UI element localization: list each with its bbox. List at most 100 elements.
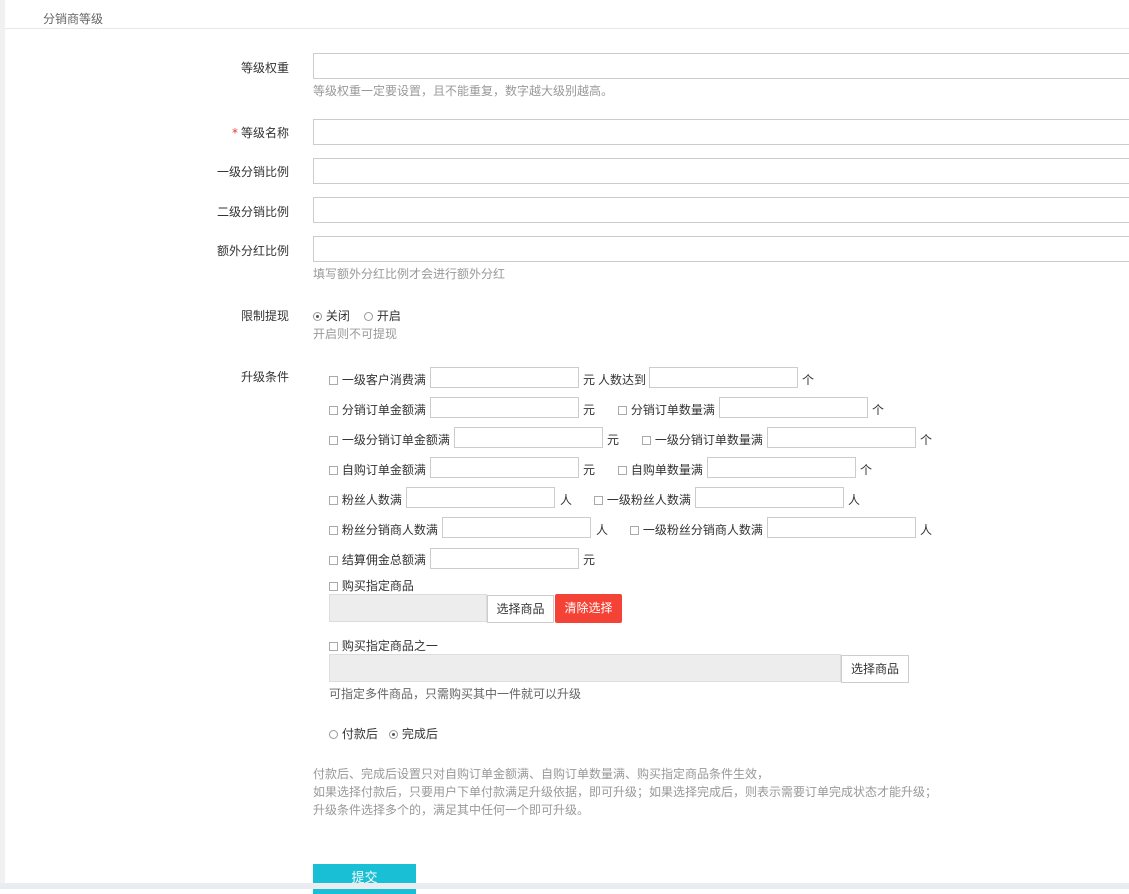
cond-label: 一级粉丝人数满 (606, 493, 691, 507)
name-input[interactable] (313, 119, 1129, 145)
checkbox-icon[interactable] (329, 376, 338, 385)
name-label: * 等级名称 (232, 124, 289, 141)
cond-row1-a[interactable]: 一级客户消费满 (329, 371, 426, 388)
unit: 元 (583, 373, 596, 387)
limit-option-on[interactable]: 开启 (364, 307, 401, 324)
note-line-3: 升级条件选择多个的，满足其中任何一个即可升级。 (313, 803, 590, 817)
cond-label: 一级分销订单金额满 (341, 433, 450, 447)
cond-label: 分销订单数量满 (630, 403, 715, 417)
checkbox-icon[interactable] (630, 526, 639, 535)
cond-specific-goods[interactable]: 购买指定商品 (329, 577, 414, 594)
name-label-text: 等级名称 (240, 126, 289, 140)
unit: 人 (560, 493, 573, 507)
cond-row7-input[interactable] (430, 548, 579, 569)
cond-row7[interactable]: 结算佣金总额满 (329, 551, 426, 568)
radio-icon[interactable] (329, 730, 338, 739)
cond-row4-a-input[interactable] (430, 457, 579, 478)
cond-row5-b[interactable]: 一级粉丝人数满 (594, 491, 691, 508)
checkbox-icon[interactable] (329, 582, 338, 591)
cond-label: 购买指定商品 (341, 579, 414, 593)
clear-select-button[interactable]: 清除选择 (555, 594, 622, 623)
page-header: 分销商等级 (5, 0, 1129, 29)
cond-row2-b-input[interactable] (719, 397, 868, 418)
level1-input[interactable] (313, 158, 1129, 184)
cond-row6-b-input[interactable] (767, 517, 916, 538)
checkbox-icon[interactable] (618, 406, 627, 415)
cond-row3-b[interactable]: 一级分销订单数量满 (642, 431, 763, 448)
limit-option-off[interactable]: 关闭 (313, 307, 350, 324)
goods-help: 可指定多件商品，只需购买其中一件就可以升级 (329, 687, 582, 701)
checkbox-icon[interactable] (642, 436, 651, 445)
extra-help: 填写额外分红比例才会进行额外分红 (313, 267, 506, 281)
cond-label: 粉丝人数满 (341, 493, 402, 507)
checkbox-icon[interactable] (329, 526, 338, 535)
cond-row3-b-input[interactable] (767, 427, 916, 448)
page-title: 分销商等级 (43, 12, 104, 26)
cond-label: 分销订单金额满 (341, 403, 426, 417)
cond-row3-a-input[interactable] (454, 427, 603, 448)
level2-input[interactable] (313, 197, 1129, 223)
extra-input[interactable] (313, 236, 1129, 262)
unit: 人 (920, 523, 933, 537)
cond-row1-a-input[interactable] (430, 367, 579, 388)
cond-row2-a-input[interactable] (430, 397, 579, 418)
cond-row1-b-input[interactable] (649, 367, 798, 388)
select-goods-button[interactable]: 选择商品 (487, 595, 554, 623)
required-mark: * (231, 126, 238, 140)
unit: 元 (607, 433, 620, 447)
cond-row6-a-input[interactable] (442, 517, 591, 538)
checkbox-icon[interactable] (329, 556, 338, 565)
bottom-bar (0, 883, 1129, 889)
unit: 个 (802, 373, 815, 387)
select-goods-button-2[interactable]: 选择商品 (841, 655, 909, 683)
timing-finished[interactable]: 完成后 (389, 725, 438, 742)
left-border (0, 0, 5, 889)
cond-row6-b[interactable]: 一级粉丝分销商人数满 (630, 521, 763, 538)
cond-label: 一级分销订单数量满 (654, 433, 763, 447)
level2-label: 二级分销比例 (216, 205, 289, 219)
cond-label: 一级客户消费满 (341, 373, 426, 387)
note-line-2: 如果选择付款后，只要用户下单付款满足升级依据，即可升级；如果选择完成后，则表示需… (313, 785, 938, 799)
cond-row2-a[interactable]: 分销订单金额满 (329, 401, 426, 418)
checkbox-icon[interactable] (329, 496, 338, 505)
checkbox-icon[interactable] (329, 436, 338, 445)
radio-icon[interactable] (364, 312, 373, 321)
checkbox-icon[interactable] (329, 406, 338, 415)
radio-selected-icon[interactable] (313, 312, 322, 321)
cond-row5-a[interactable]: 粉丝人数满 (329, 491, 402, 508)
checkbox-icon[interactable] (329, 642, 338, 651)
limit-label: 限制提现 (240, 309, 289, 323)
cond-row3-a[interactable]: 一级分销订单金额满 (329, 431, 450, 448)
cond-row5-a-input[interactable] (406, 487, 555, 508)
cond-row6-a[interactable]: 粉丝分销商人数满 (329, 521, 438, 538)
cond-row4-b-input[interactable] (707, 457, 856, 478)
checkbox-icon[interactable] (594, 496, 603, 505)
limit-option-off-label: 关闭 (325, 309, 350, 323)
unit: 人 (596, 523, 609, 537)
weight-input[interactable] (313, 53, 1129, 79)
cond-row4-b[interactable]: 自购单数量满 (618, 461, 703, 478)
radio-selected-icon[interactable] (389, 730, 398, 739)
timing-paid[interactable]: 付款后 (329, 725, 378, 742)
weight-label: 等级权重 (240, 61, 289, 75)
cond-label: 结算佣金总额满 (341, 553, 426, 567)
unit: 个 (872, 403, 885, 417)
cond-row5-b-input[interactable] (695, 487, 844, 508)
note-line-1: 付款后、完成后设置只对自购订单金额满、自购订单数量满、购买指定商品条件生效， (313, 767, 770, 781)
weight-help: 等级权重一定要设置，且不能重复，数字越大级别越高。 (313, 84, 614, 98)
cond-row4-a[interactable]: 自购订单金额满 (329, 461, 426, 478)
timing-paid-label: 付款后 (341, 727, 378, 741)
specific-goods-display (329, 594, 487, 622)
limit-help: 开启则不可提现 (313, 327, 398, 341)
limit-option-on-label: 开启 (376, 309, 401, 323)
submit-button[interactable]: 提交 (313, 864, 416, 894)
checkbox-icon[interactable] (329, 466, 338, 475)
cond-label: 购买指定商品之一 (341, 639, 438, 653)
cond-row2-b[interactable]: 分销订单数量满 (618, 401, 715, 418)
cond-one-of-goods[interactable]: 购买指定商品之一 (329, 637, 438, 654)
unit: 元 (583, 553, 596, 567)
cond-label: 自购单数量满 (630, 463, 703, 477)
cond-label: 一级粉丝分销商人数满 (642, 523, 763, 537)
checkbox-icon[interactable] (618, 466, 627, 475)
cond-label: 自购订单金额满 (341, 463, 426, 477)
